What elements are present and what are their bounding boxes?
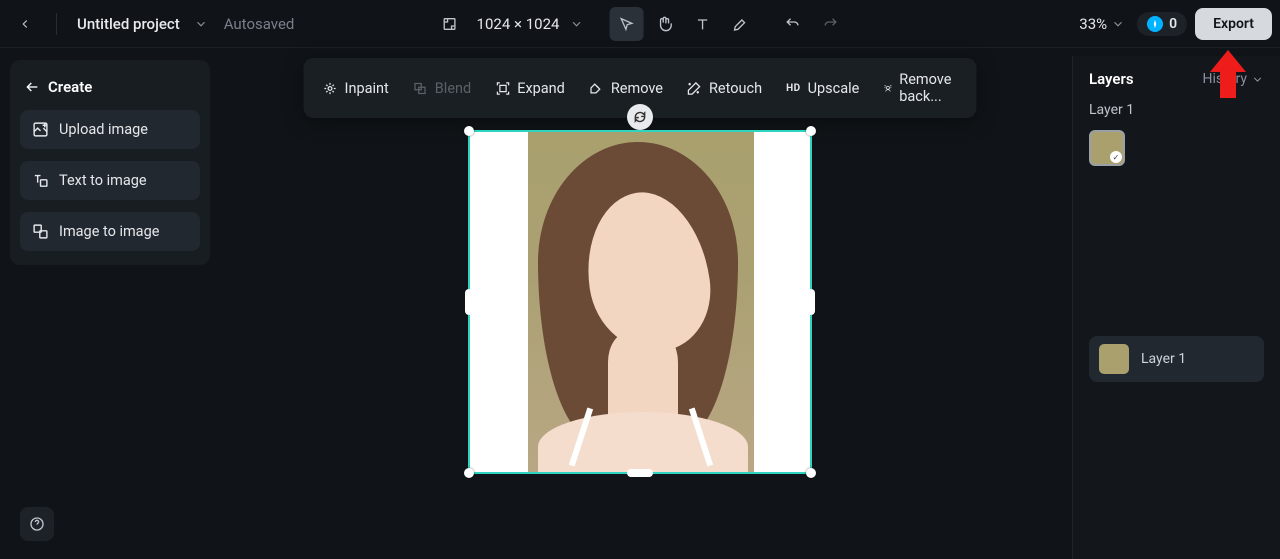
image-to-image-button[interactable]: Image to image <box>20 212 200 251</box>
canvas-selection[interactable] <box>468 130 812 474</box>
remove-bg-icon <box>883 81 892 96</box>
autosaved-label: Autosaved <box>224 15 295 33</box>
export-button[interactable]: Export <box>1195 8 1272 40</box>
blend-tool: Blend <box>402 73 482 104</box>
canvas-size-chevron[interactable] <box>569 17 583 31</box>
select-tool[interactable] <box>609 7 643 41</box>
inpaint-icon <box>323 81 338 96</box>
create-panel: Create Upload image Text to image Image … <box>10 60 210 265</box>
back-button[interactable] <box>8 7 42 41</box>
remove-icon <box>589 81 604 96</box>
canvas-image <box>528 132 754 472</box>
canvas-size[interactable]: 1024 × 1024 <box>471 15 566 33</box>
refresh-badge[interactable] <box>627 104 653 130</box>
brush-tool[interactable] <box>723 7 757 41</box>
undo-button[interactable] <box>775 7 809 41</box>
text-to-image-label: Text to image <box>59 172 147 189</box>
coin-icon <box>1147 16 1163 32</box>
top-bar: Untitled project Autosaved 1024 × 1024 <box>0 0 1280 48</box>
upscale-tool[interactable]: HD Upscale <box>775 73 870 104</box>
upload-image-button[interactable]: Upload image <box>20 110 200 149</box>
remove-bg-tool[interactable]: Remove back... <box>872 64 968 112</box>
upload-image-label: Upload image <box>59 121 148 138</box>
canvas-frame[interactable] <box>468 130 812 474</box>
text-to-image-icon <box>32 172 49 189</box>
layers-title: Layers <box>1089 70 1134 88</box>
project-name[interactable]: Untitled project <box>71 15 186 33</box>
layer-thumbnail[interactable] <box>1089 130 1125 166</box>
resize-handle-tl[interactable] <box>464 126 474 136</box>
layer-row[interactable]: Layer 1 <box>1089 336 1264 382</box>
credits-value: 0 <box>1169 16 1177 32</box>
resize-handle-bl[interactable] <box>464 468 474 478</box>
resize-handle-right[interactable] <box>807 289 815 315</box>
zoom-value: 33% <box>1079 15 1107 33</box>
create-header: Create <box>20 74 200 110</box>
inpaint-tool[interactable]: Inpaint <box>312 73 400 104</box>
create-title: Create <box>48 78 92 96</box>
text-tool[interactable] <box>685 7 719 41</box>
zoom-control[interactable]: 33% <box>1075 15 1129 33</box>
layer-row-label: Layer 1 <box>1141 351 1186 367</box>
divider <box>56 13 57 35</box>
retouch-icon <box>687 81 702 96</box>
expand-tool[interactable]: Expand <box>484 73 576 104</box>
layer-row-thumb <box>1099 344 1129 374</box>
project-menu-chevron[interactable] <box>194 17 208 31</box>
red-arrow-overlay <box>1210 50 1246 98</box>
image-to-image-label: Image to image <box>59 223 159 240</box>
current-layer-name: Layer 1 <box>1089 102 1264 118</box>
resize-handle-left[interactable] <box>465 289 473 315</box>
upload-image-icon <box>32 121 49 138</box>
upscale-icon: HD <box>786 83 801 94</box>
remove-tool[interactable]: Remove <box>578 73 674 104</box>
arrow-left-icon <box>24 79 40 95</box>
resize-handle-bottom[interactable] <box>627 469 653 477</box>
credits-pill[interactable]: 0 <box>1137 12 1187 36</box>
layers-panel: Layers History Layer 1 Layer 1 <box>1072 56 1280 559</box>
redo-button[interactable] <box>813 7 847 41</box>
top-center-tools: 1024 × 1024 <box>433 7 848 41</box>
resize-handle-br[interactable] <box>806 468 816 478</box>
aspect-ratio-button[interactable] <box>433 7 467 41</box>
retouch-tool[interactable]: Retouch <box>676 73 773 104</box>
help-button[interactable] <box>20 507 54 541</box>
blend-icon <box>413 81 428 96</box>
resize-handle-tr[interactable] <box>806 126 816 136</box>
chevron-down-icon <box>1251 73 1264 86</box>
image-to-image-icon <box>32 223 49 240</box>
hand-tool[interactable] <box>647 7 681 41</box>
expand-icon <box>495 81 510 96</box>
text-to-image-button[interactable]: Text to image <box>20 161 200 200</box>
